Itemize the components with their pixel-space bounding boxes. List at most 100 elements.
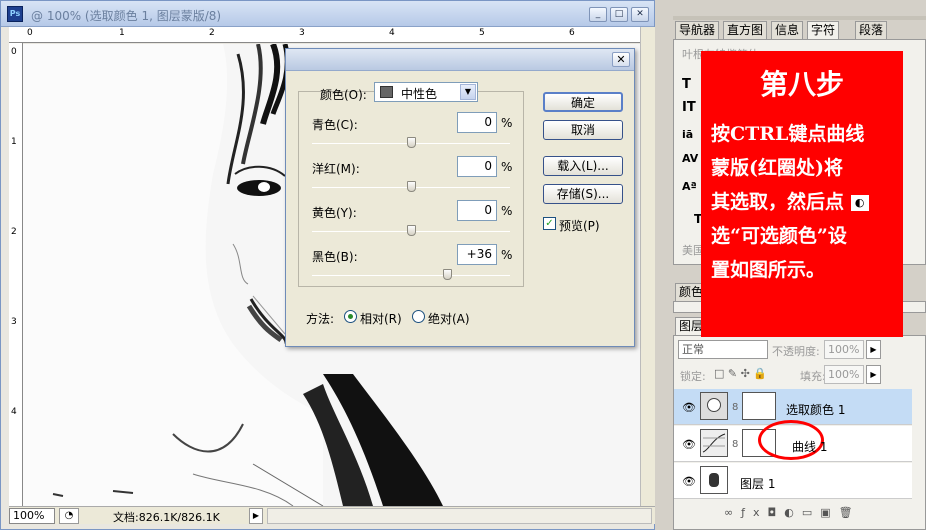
tab-histogram[interactable]: 直方图	[723, 21, 768, 39]
layer-name[interactable]: 选取颜色 1	[786, 401, 845, 418]
eye-icon[interactable]: 👁	[682, 401, 696, 414]
tab-navigator[interactable]: 导航器	[675, 21, 720, 39]
zoom-field[interactable]: 100%	[9, 508, 55, 524]
note-line: 置如图所示。	[711, 259, 826, 281]
layer-thumbnail	[700, 466, 728, 494]
magenta-slider-knob[interactable]	[407, 181, 416, 192]
selective-color-dialog: ✕ 颜色(O): 中性色 ▼ 青色(C): 0 % 洋红(M): 0 % 黄色(…	[285, 48, 635, 347]
dialog-title-bar[interactable]: ✕	[286, 49, 634, 71]
mask-thumbnail[interactable]	[742, 392, 776, 420]
layer-footer-icons[interactable]: ∞ƒx◘◐▭▣🗑	[724, 506, 861, 519]
ruler-top[interactable]: 0 1 2 3 4 5 6	[9, 27, 640, 43]
relative-radio[interactable]	[344, 310, 357, 323]
method-label: 方法:	[306, 312, 335, 326]
magenta-unit: %	[501, 160, 513, 174]
tutorial-note: 第八步 按CTRL键点曲线 蒙版(红圈处)将 其选取，然后点 ◐ 选“可选颜色”…	[701, 51, 903, 337]
preview-label[interactable]: 预览(P)	[559, 217, 600, 234]
ruler-tick-label: 1	[119, 28, 125, 38]
black-label: 黑色(B):	[312, 250, 358, 264]
neutral-swatch-icon	[380, 86, 393, 98]
magenta-label: 洋红(M):	[312, 162, 360, 176]
tab-paragraph[interactable]: 段落	[855, 21, 888, 39]
fill-label: 填充:	[800, 370, 826, 383]
blend-mode-dropdown[interactable]: 正常	[678, 340, 768, 359]
yellow-slider-knob[interactable]	[407, 225, 416, 236]
opacity-field[interactable]: 100%	[824, 340, 864, 359]
layer-row-curves[interactable]: 👁 8 曲线 1	[674, 420, 912, 462]
yellow-label: 黄色(Y):	[312, 206, 357, 220]
curves-thumbnail	[700, 429, 728, 457]
colors-label: 颜色(O):	[320, 88, 367, 102]
adjustment-layer-icon: ◐	[850, 195, 869, 211]
black-unit: %	[501, 248, 513, 262]
minimize-button[interactable]: _	[589, 7, 607, 22]
note-line: 选“可选颜色”设	[711, 225, 847, 247]
ruler-tick-label: 1	[11, 137, 17, 147]
ruler-tick-label: 0	[27, 28, 33, 38]
adjustment-thumbnail	[700, 392, 728, 420]
ruler-tick-label: 3	[11, 317, 17, 327]
yellow-unit: %	[501, 204, 513, 218]
document-size-readout: 文档:826.1K/826.1K	[113, 511, 220, 524]
tab-character[interactable]: 字符	[807, 21, 840, 39]
note-heading: 第八步	[759, 68, 844, 101]
dialog-close-button[interactable]: ✕	[612, 52, 630, 67]
fill-field[interactable]: 100%	[824, 365, 864, 384]
fill-arrow-icon[interactable]: ▶	[866, 365, 881, 384]
layer-name[interactable]: 曲线 1	[792, 438, 827, 455]
chevron-down-icon[interactable]: ▼	[460, 84, 476, 100]
yellow-input[interactable]: 0	[457, 200, 497, 221]
save-button[interactable]: 存储(S)...	[543, 184, 623, 204]
layer-name[interactable]: 图层 1	[740, 475, 775, 492]
note-line: 按CTRL键点曲线	[711, 123, 865, 145]
close-button[interactable]: ✕	[631, 7, 649, 22]
ruler-tick-label: 0	[11, 47, 17, 57]
cyan-input[interactable]: 0	[457, 112, 497, 133]
layer-row-layer1[interactable]: 👁 图层 1	[674, 463, 912, 499]
absolute-label[interactable]: 绝对(A)	[428, 310, 470, 327]
load-button[interactable]: 载入(L)...	[543, 156, 623, 176]
black-slider-track[interactable]	[312, 275, 510, 276]
status-menu-arrow-icon[interactable]: ▶	[249, 508, 263, 524]
cyan-slider-knob[interactable]	[407, 137, 416, 148]
layers-panel: 正常 不透明度: 100% ▶ 锁定: □ ✎ ✣ 🔒 填充: 100% ▶ 👁…	[673, 335, 926, 530]
maximize-button[interactable]: □	[610, 7, 628, 22]
opacity-arrow-icon[interactable]: ▶	[866, 340, 881, 359]
ruler-tick-label: 3	[299, 28, 305, 38]
tab-info[interactable]: 信息	[771, 21, 804, 39]
document-title-prefix: @ 100% (	[31, 9, 90, 23]
ruler-tick-label: 4	[389, 28, 395, 38]
note-line: 其选取，然后点	[711, 191, 845, 213]
baseline-icon: Aª	[682, 180, 697, 193]
vertical-scrollbar[interactable]	[640, 27, 655, 506]
black-slider-knob[interactable]	[442, 269, 452, 280]
scale-icon: iā	[682, 128, 694, 141]
ruler-tick-label: 2	[209, 28, 215, 38]
eye-icon[interactable]: 👁	[682, 438, 696, 451]
magenta-input[interactable]: 0	[457, 156, 497, 177]
ruler-tick-label: 4	[11, 407, 17, 417]
ruler-left[interactable]: 0 1 2 3 4	[9, 43, 23, 506]
preview-checkbox[interactable]: ✓	[543, 217, 556, 230]
lock-label: 锁定:	[680, 370, 706, 383]
ruler-tick-label: 2	[11, 227, 17, 237]
black-input[interactable]: +36	[457, 244, 497, 265]
lock-icons[interactable]: □ ✎ ✣ 🔒	[714, 367, 767, 380]
relative-label[interactable]: 相对(R)	[360, 310, 402, 327]
link-icon[interactable]: 8	[732, 402, 738, 413]
horizontal-scrollbar[interactable]	[267, 508, 652, 524]
cancel-button[interactable]: 取消	[543, 120, 623, 140]
kerning-icon: IT	[682, 100, 696, 115]
eye-icon[interactable]: 👁	[682, 475, 696, 488]
colors-dropdown[interactable]: 中性色 ▼	[374, 82, 478, 102]
status-bar: 100% ◔ 文档:826.1K/826.1K ▶	[9, 506, 655, 524]
tracking-icon: AV	[682, 152, 699, 165]
zoom-icon[interactable]: ◔	[59, 508, 79, 524]
font-size-icon: T	[682, 77, 691, 92]
link-icon[interactable]: 8	[732, 439, 738, 450]
document-title-bar[interactable]: Ps @ 100% (选取颜色 1, 图层蒙版/8) _ □ ✕	[1, 1, 654, 27]
ok-button[interactable]: 确定	[543, 92, 623, 112]
absolute-radio[interactable]	[412, 310, 425, 323]
ruler-tick-label: 5	[479, 28, 485, 38]
cyan-label: 青色(C):	[312, 118, 358, 132]
